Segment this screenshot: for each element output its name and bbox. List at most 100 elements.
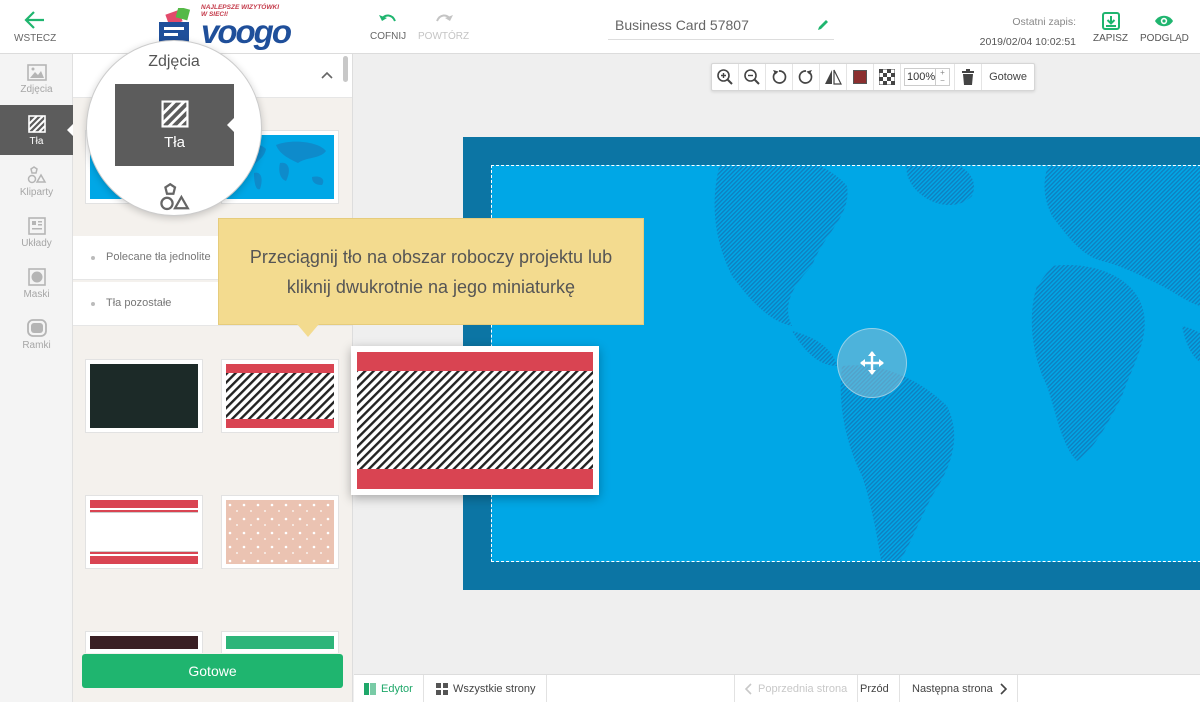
rail-item-frames[interactable]: Ramki bbox=[0, 309, 73, 359]
zoom-in-button[interactable] bbox=[712, 64, 739, 90]
rail-item-layouts[interactable]: Układy bbox=[0, 207, 73, 257]
zoom-stepper[interactable]: + − bbox=[936, 68, 950, 86]
save-button[interactable]: ZAPISZ bbox=[1093, 12, 1128, 44]
magnifier-callout: Zdjęcia Tła bbox=[86, 40, 262, 216]
next-page-label: Następna strona bbox=[912, 683, 993, 695]
delete-button[interactable] bbox=[955, 64, 983, 90]
chevron-right-icon bbox=[1000, 683, 1007, 695]
chevron-left-icon bbox=[745, 683, 752, 695]
category-label: Tła pozostałe bbox=[106, 297, 172, 309]
dragged-background-preview[interactable] bbox=[351, 346, 599, 495]
frame-icon bbox=[26, 319, 47, 337]
logo-word: voogo bbox=[201, 13, 292, 50]
magnifier-photos-label: Zdjęcia bbox=[148, 53, 200, 70]
bullet-dot bbox=[91, 302, 95, 306]
last-save-info: Ostatni zapis: 2019/02/04 10:02:51 bbox=[980, 12, 1076, 52]
previous-page-button[interactable]: Poprzednia strona bbox=[734, 675, 859, 702]
layout-icon bbox=[27, 217, 46, 235]
bg-thumb-green[interactable] bbox=[221, 631, 339, 653]
rail-label-photos: Zdjęcia bbox=[20, 84, 53, 95]
rail-item-masks[interactable]: Maski bbox=[0, 258, 73, 308]
tool-rail: Zdjęcia Tła Kliparty Układy Maski Ramki bbox=[0, 54, 73, 702]
bg-thumb-fill bbox=[90, 364, 198, 428]
grid-icon bbox=[436, 683, 448, 695]
editor-icon bbox=[364, 683, 376, 695]
flip-horizontal-icon bbox=[825, 69, 842, 85]
undo-button[interactable]: COFNIJ bbox=[370, 12, 406, 42]
checkerboard-icon bbox=[879, 69, 895, 85]
last-save-label: Ostatni zapis: bbox=[1012, 16, 1076, 28]
red-hatch-thumb-icon bbox=[226, 364, 334, 428]
rotate-right-button[interactable] bbox=[793, 64, 820, 90]
preview-label: PODGLĄD bbox=[1140, 33, 1189, 44]
save-label: ZAPISZ bbox=[1093, 33, 1129, 44]
drag-hint-tooltip: Przeciągnij tło na obszar roboczy projek… bbox=[218, 218, 644, 337]
color-button[interactable] bbox=[847, 64, 874, 90]
rail-label-frames: Ramki bbox=[22, 340, 51, 351]
background-hatch-icon bbox=[27, 115, 46, 133]
rail-label-backgrounds: Tła bbox=[29, 136, 44, 147]
bottom-bar: Edytor Wszystkie strony Poprzednia stron… bbox=[354, 674, 1200, 702]
zoom-in-icon bbox=[717, 69, 733, 85]
pink-dots-thumb-icon bbox=[226, 500, 334, 564]
bg-thumb-dark-green[interactable] bbox=[85, 359, 203, 433]
rail-item-photos[interactable]: Zdjęcia bbox=[0, 54, 73, 104]
canvas-toolbar: 100% + − Gotowe bbox=[711, 63, 1035, 91]
pencil-icon[interactable] bbox=[816, 18, 830, 32]
next-page-button[interactable]: Następna strona bbox=[902, 675, 1018, 702]
zoom-level-control: 100% + − bbox=[901, 64, 956, 90]
editor-tab[interactable]: Edytor bbox=[354, 675, 424, 702]
shapes-icon bbox=[160, 182, 190, 211]
bg-thumb-pink-dots[interactable] bbox=[221, 495, 339, 569]
eye-icon bbox=[1155, 15, 1174, 27]
preview-button[interactable]: PODGLĄD bbox=[1140, 12, 1189, 44]
tooltip-text: Przeciągnij tło na obszar roboczy projek… bbox=[249, 246, 613, 297]
all-pages-tab[interactable]: Wszystkie strony bbox=[426, 675, 547, 702]
all-pages-label: Wszystkie strony bbox=[453, 683, 536, 695]
back-label: WSTECZ bbox=[14, 33, 57, 44]
bg-thumb-fill bbox=[90, 636, 198, 649]
bg-thumb-fill bbox=[226, 636, 334, 649]
previous-page-label: Poprzednia strona bbox=[758, 683, 848, 695]
transparency-button[interactable] bbox=[874, 64, 901, 90]
bullet-dot bbox=[91, 256, 95, 260]
front-page-button[interactable]: Przód bbox=[850, 675, 900, 702]
color-swatch bbox=[853, 70, 867, 84]
rail-label-masks: Maski bbox=[23, 289, 50, 300]
rail-item-backgrounds[interactable]: Tła bbox=[0, 105, 73, 155]
panel-scrollbar[interactable] bbox=[343, 56, 348, 82]
magnifier-backgrounds-item: Tła bbox=[115, 84, 235, 166]
rotate-left-button[interactable] bbox=[766, 64, 793, 90]
flip-button[interactable] bbox=[820, 64, 847, 90]
undo-label: COFNIJ bbox=[370, 31, 407, 42]
bg-thumb-red-white-stripes[interactable] bbox=[85, 495, 203, 569]
zoom-out-icon bbox=[744, 69, 760, 85]
background-hatch-icon bbox=[160, 100, 189, 128]
rotate-right-icon bbox=[798, 70, 813, 84]
move-handle[interactable] bbox=[837, 328, 907, 398]
bg-thumb-red-hatch[interactable] bbox=[221, 359, 339, 433]
panel-done-button[interactable]: Gotowe bbox=[82, 654, 343, 688]
last-save-time: 2019/02/04 10:02:51 bbox=[979, 36, 1076, 48]
shapes-icon bbox=[27, 166, 46, 184]
project-title-field[interactable]: Business Card 57807 bbox=[608, 8, 834, 40]
toolbar-done-button[interactable]: Gotowe bbox=[982, 71, 1034, 83]
undo-icon bbox=[379, 14, 396, 22]
editor-label: Edytor bbox=[381, 683, 413, 695]
bg-thumb-dark-maroon[interactable] bbox=[85, 631, 203, 653]
redo-icon bbox=[435, 14, 453, 22]
zoom-out-button[interactable] bbox=[739, 64, 766, 90]
chevron-up-icon[interactable] bbox=[321, 71, 333, 79]
red-hatch-preview-icon bbox=[357, 352, 593, 489]
save-download-icon bbox=[1101, 12, 1120, 30]
project-title-text: Business Card 57807 bbox=[615, 17, 749, 33]
move-arrows-icon bbox=[860, 351, 884, 375]
front-page-label: Przód bbox=[860, 683, 889, 695]
magnifier-backgrounds-label: Tła bbox=[164, 134, 185, 151]
arrow-left-icon bbox=[24, 11, 45, 29]
zoom-level-input[interactable]: 100% bbox=[904, 68, 936, 86]
back-button[interactable]: WSTECZ bbox=[14, 10, 56, 44]
rail-item-cliparts[interactable]: Kliparty bbox=[0, 156, 73, 206]
redo-button[interactable]: POWTÓRZ bbox=[418, 12, 469, 42]
category-label: Polecane tła jednolite bbox=[106, 251, 211, 263]
